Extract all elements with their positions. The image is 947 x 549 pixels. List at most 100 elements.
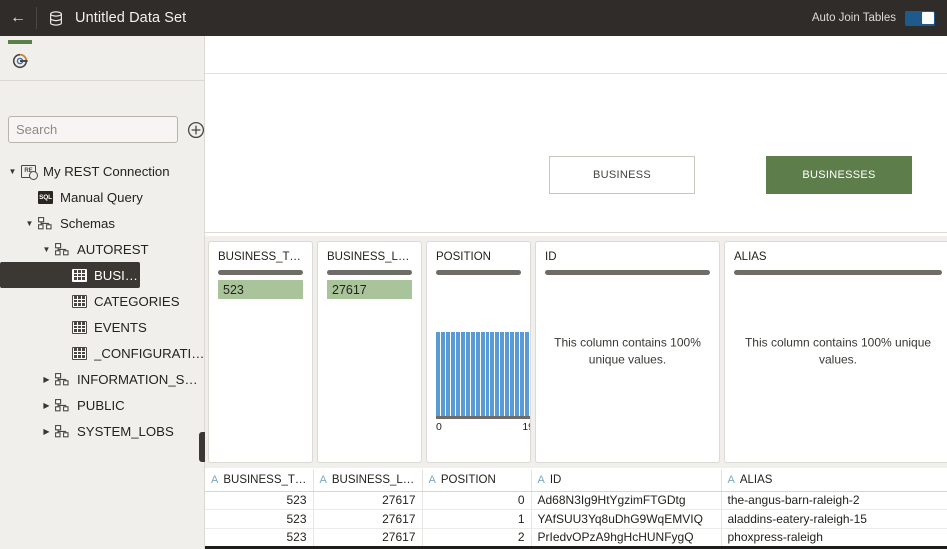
profile-card-id[interactable]: ID This column contains 100% unique value… [535, 241, 720, 463]
chevron-right-icon[interactable]: ▶ [40, 418, 53, 444]
canvas-node-business[interactable]: BUSINESS [549, 156, 695, 194]
schema-icon [53, 366, 72, 392]
twisty-spacer: ▶ [57, 314, 70, 340]
chevron-down-icon[interactable]: ▼ [40, 236, 53, 262]
auto-join-toggle[interactable] [905, 10, 935, 26]
histogram-bar [500, 332, 505, 416]
grid-cell: the-angus-barn-raleigh-2 [721, 491, 947, 510]
histogram-bar [460, 332, 465, 416]
column-type-icon: A [537, 474, 545, 487]
table-row[interactable]: 523 27617 0 Ad68N3Ig9HtYgzimFTGDtg the-angus… [205, 491, 947, 510]
chevron-right-icon[interactable]: ▶ [40, 392, 53, 418]
histogram-bar [525, 332, 530, 416]
toggle-knob [921, 12, 934, 24]
twisty-spacer: ▶ [57, 262, 70, 288]
profile-card-title: ALIAS [734, 251, 767, 263]
profile-card-position[interactable]: POSITION 0 19 [426, 241, 531, 463]
histogram-bar [440, 332, 445, 416]
profile-card-histogram: 0 19 [436, 332, 531, 433]
dataset-title: Untitled Data Set [75, 10, 187, 26]
histogram-bars [436, 332, 531, 416]
canvas-node-businesses[interactable]: BUSINESSES [766, 156, 912, 194]
tree-item-configurati[interactable]: ▶ _CONFIGURATI… [0, 340, 205, 366]
table-icon [70, 288, 89, 314]
join-canvas[interactable]: BUSINESS BUSINESSES [205, 75, 947, 233]
tree-item-label: BUSINESS [94, 267, 140, 283]
grid-cell: 523 [205, 491, 314, 510]
tree-item-schemas[interactable]: ▼ Schemas [0, 210, 205, 236]
table-icon [70, 340, 89, 366]
tree-item-label: _CONFIGURATI… [94, 345, 205, 361]
histogram-bar [465, 332, 470, 416]
main-panel: BUSINESSBUSINESSES BUSINESS_TOTAL523BUSI… [205, 36, 947, 549]
profile-card-business-total[interactable]: BUSINESS_TOTAL 523 [208, 241, 313, 463]
profile-card-business-loc[interactable]: BUSINESS_LOC… 27617 [317, 241, 422, 463]
column-type-icon: A [428, 474, 436, 487]
histogram-bar [515, 332, 520, 416]
tree-item-autorest[interactable]: ▼ AUTOREST [0, 236, 205, 262]
grid-header-business-l[interactable]: A BUSINESS_L… [313, 470, 423, 492]
grid-header-label: POSITION [440, 474, 496, 487]
add-connection-icon[interactable] [186, 120, 205, 139]
tree-item-manual-query[interactable]: ▶SQL Manual Query [0, 184, 205, 210]
grid-header-id[interactable]: A ID [531, 470, 722, 492]
grid-header-position[interactable]: A POSITION [422, 470, 532, 492]
tree-item-my-rest-connection[interactable]: ▼ RE My REST Connection [0, 158, 205, 184]
chevron-down-icon[interactable]: ▼ [23, 210, 36, 236]
search-input[interactable] [8, 116, 178, 143]
grid-cell: 0 [422, 491, 532, 510]
connection-tree: ▼REMy REST Connection▶SQLManual Query▼Sc… [0, 158, 205, 444]
tree-item-label: PUBLIC [77, 397, 125, 413]
histogram-bar [450, 332, 455, 416]
profile-card-rule [327, 270, 412, 275]
app-root: ← Untitled Data Set Auto Join Tables Sea… [0, 0, 947, 549]
histogram-bar [495, 332, 500, 416]
histogram-bar [510, 332, 515, 416]
grid-header-business-t[interactable]: A BUSINESS_T… [205, 470, 314, 492]
histogram-bar [436, 332, 440, 416]
chevron-down-icon[interactable]: ▼ [6, 158, 19, 184]
histogram-bar [485, 332, 490, 416]
title-bar: ← Untitled Data Set Auto Join Tables [0, 0, 947, 36]
tree-item-events[interactable]: ▶ EVENTS [0, 314, 205, 340]
grid-header-alias[interactable]: A ALIAS [721, 470, 947, 492]
tree-item-business[interactable]: ▶ BUSINESS [0, 262, 140, 288]
main-toolbar [205, 36, 947, 74]
histogram-bar [520, 332, 525, 416]
histogram-bar [445, 332, 450, 416]
histogram-axis-max: 19 [522, 421, 530, 433]
sidebar: ▼REMy REST Connection▶SQLManual Query▼Sc… [0, 36, 210, 549]
data-grid[interactable]: A BUSINESS_T… A BUSINESS_L… A POSITION A ID A ALI… [205, 470, 947, 549]
tree-item-information-sc[interactable]: ▶ INFORMATION_SC… [0, 366, 205, 392]
profile-card-rule [218, 270, 303, 275]
sidebar-toolbar [0, 48, 205, 76]
profile-card-message: This column contains 100% unique values. [744, 335, 932, 367]
grid-cell: YAfSUU3Yq8uDhG9WqEMVIQ [531, 509, 722, 529]
schema-icon [53, 418, 72, 444]
data-grid-table: A BUSINESS_T… A BUSINESS_L… A POSITION A ID A ALI… [205, 470, 947, 549]
chevron-right-icon[interactable]: ▶ [40, 366, 53, 392]
table-icon [70, 262, 89, 288]
table-row[interactable]: 523 27617 1 YAfSUU3Yq8uDhG9WqEMVIQ aladdins-… [205, 509, 947, 529]
table-row[interactable]: 523 27617 2 PrIedvOPzA9hgHcHUNFygQ phoxpress… [205, 528, 947, 547]
twisty-spacer: ▶ [23, 184, 36, 210]
grid-cell: phoxpress-raleigh [721, 528, 947, 547]
histogram-bar [480, 332, 485, 416]
tree-item-public[interactable]: ▶ PUBLIC [0, 392, 205, 418]
canvas-node-label: BUSINESS [592, 169, 652, 181]
canvas-node-label: BUSINESSES [802, 169, 876, 181]
schema-icon [53, 392, 72, 418]
profile-card-value: 523 [218, 280, 303, 299]
grid-cell: PrIedvOPzA9hgHcHUNFygQ [531, 528, 722, 547]
profile-card-title: ID [545, 251, 557, 263]
profile-card-title: BUSINESS_LOC… [327, 251, 412, 263]
histogram-bar [475, 332, 480, 416]
profile-card-alias[interactable]: ALIAS This column contains 100% unique va… [724, 241, 947, 463]
back-arrow-icon[interactable]: ← [0, 0, 36, 36]
histogram-bar [530, 332, 531, 416]
tree-item-label: Schemas [60, 215, 115, 231]
grid-header-label: BUSINESS_L… [331, 474, 415, 487]
refresh-connection-icon[interactable] [9, 50, 31, 72]
tree-item-system-lobs[interactable]: ▶ SYSTEM_LOBS [0, 418, 205, 444]
tree-item-categories[interactable]: ▶ CATEGORIES [0, 288, 205, 314]
